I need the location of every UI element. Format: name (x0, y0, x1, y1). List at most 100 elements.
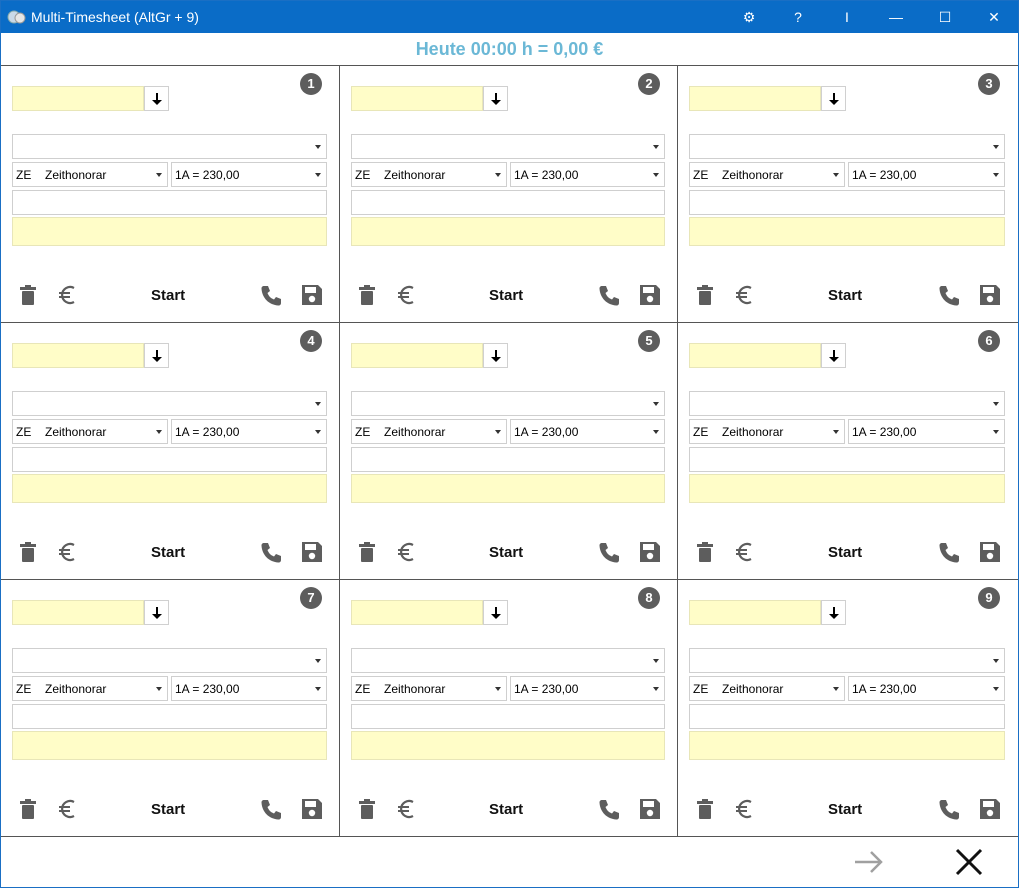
delete-button[interactable] (694, 797, 716, 821)
save-button[interactable] (638, 540, 662, 564)
billing-button[interactable] (733, 797, 757, 821)
start-button[interactable]: Start (489, 287, 523, 304)
maximize-button[interactable]: ☐ (922, 1, 968, 33)
description-input[interactable] (12, 190, 327, 215)
task-dropdown[interactable] (12, 134, 327, 159)
call-button[interactable] (936, 797, 962, 823)
pick-project-button[interactable] (483, 600, 508, 625)
note-input[interactable] (351, 731, 665, 760)
billing-button[interactable] (56, 540, 80, 564)
task-dropdown[interactable] (351, 134, 665, 159)
delete-button[interactable] (356, 283, 378, 307)
pick-project-button[interactable] (144, 600, 169, 625)
project-input[interactable] (689, 600, 821, 625)
delete-button[interactable] (17, 797, 39, 821)
start-button[interactable]: Start (151, 801, 185, 818)
call-button[interactable] (936, 540, 962, 566)
rate-dropdown[interactable]: 1A = 230,00 (510, 676, 665, 701)
delete-button[interactable] (694, 540, 716, 564)
pick-project-button[interactable] (483, 343, 508, 368)
note-input[interactable] (12, 731, 327, 760)
cancel-button[interactable] (949, 845, 989, 879)
save-button[interactable] (300, 283, 324, 307)
project-input[interactable] (351, 600, 483, 625)
rate-dropdown[interactable]: 1A = 230,00 (848, 162, 1005, 187)
start-button[interactable]: Start (828, 287, 862, 304)
project-input[interactable] (689, 86, 821, 111)
billing-type-dropdown[interactable]: ZE Zeithonorar (351, 419, 507, 444)
description-input[interactable] (351, 704, 665, 729)
call-button[interactable] (596, 283, 622, 309)
description-input[interactable] (689, 190, 1005, 215)
task-dropdown[interactable] (689, 648, 1005, 673)
delete-button[interactable] (694, 283, 716, 307)
call-button[interactable] (258, 283, 284, 309)
delete-button[interactable] (356, 540, 378, 564)
note-input[interactable] (12, 217, 327, 246)
task-dropdown[interactable] (12, 391, 327, 416)
description-input[interactable] (12, 447, 327, 472)
note-input[interactable] (351, 217, 665, 246)
save-button[interactable] (978, 540, 1002, 564)
help-button[interactable]: ? (775, 1, 821, 33)
note-input[interactable] (689, 217, 1005, 246)
pick-project-button[interactable] (483, 86, 508, 111)
close-window-button[interactable]: ✕ (971, 1, 1017, 33)
pick-project-button[interactable] (821, 86, 846, 111)
billing-type-dropdown[interactable]: ZE Zeithonorar (351, 162, 507, 187)
save-button[interactable] (300, 540, 324, 564)
rate-dropdown[interactable]: 1A = 230,00 (171, 419, 327, 444)
save-button[interactable] (978, 283, 1002, 307)
task-dropdown[interactable] (689, 391, 1005, 416)
billing-button[interactable] (733, 283, 757, 307)
delete-button[interactable] (17, 283, 39, 307)
project-input[interactable] (12, 86, 144, 111)
billing-button[interactable] (733, 540, 757, 564)
note-input[interactable] (689, 474, 1005, 503)
billing-type-dropdown[interactable]: ZE Zeithonorar (689, 676, 845, 701)
start-button[interactable]: Start (151, 544, 185, 561)
text-cursor-button[interactable]: I (824, 1, 870, 33)
billing-type-dropdown[interactable]: ZE Zeithonorar (12, 162, 168, 187)
save-button[interactable] (978, 797, 1002, 821)
call-button[interactable] (936, 283, 962, 309)
task-dropdown[interactable] (351, 648, 665, 673)
billing-button[interactable] (395, 540, 419, 564)
billing-type-dropdown[interactable]: ZE Zeithonorar (351, 676, 507, 701)
billing-button[interactable] (395, 797, 419, 821)
start-button[interactable]: Start (828, 544, 862, 561)
project-input[interactable] (12, 600, 144, 625)
minimize-button[interactable]: — (873, 1, 919, 33)
billing-button[interactable] (56, 797, 80, 821)
save-button[interactable] (638, 797, 662, 821)
pick-project-button[interactable] (144, 343, 169, 368)
description-input[interactable] (351, 447, 665, 472)
settings-button[interactable]: ⚙ (726, 1, 772, 33)
rate-dropdown[interactable]: 1A = 230,00 (171, 676, 327, 701)
note-input[interactable] (351, 474, 665, 503)
start-button[interactable]: Start (151, 287, 185, 304)
project-input[interactable] (351, 343, 483, 368)
call-button[interactable] (596, 540, 622, 566)
note-input[interactable] (12, 474, 327, 503)
billing-button[interactable] (56, 283, 80, 307)
call-button[interactable] (596, 797, 622, 823)
billing-type-dropdown[interactable]: ZE Zeithonorar (689, 162, 845, 187)
call-button[interactable] (258, 797, 284, 823)
description-input[interactable] (689, 447, 1005, 472)
start-button[interactable]: Start (489, 801, 523, 818)
rate-dropdown[interactable]: 1A = 230,00 (848, 419, 1005, 444)
save-button[interactable] (638, 283, 662, 307)
delete-button[interactable] (356, 797, 378, 821)
billing-button[interactable] (395, 283, 419, 307)
description-input[interactable] (351, 190, 665, 215)
billing-type-dropdown[interactable]: ZE Zeithonorar (12, 676, 168, 701)
pick-project-button[interactable] (821, 600, 846, 625)
save-button[interactable] (300, 797, 324, 821)
billing-type-dropdown[interactable]: ZE Zeithonorar (12, 419, 168, 444)
next-button[interactable] (849, 847, 889, 877)
rate-dropdown[interactable]: 1A = 230,00 (171, 162, 327, 187)
start-button[interactable]: Start (828, 801, 862, 818)
rate-dropdown[interactable]: 1A = 230,00 (510, 162, 665, 187)
description-input[interactable] (12, 704, 327, 729)
